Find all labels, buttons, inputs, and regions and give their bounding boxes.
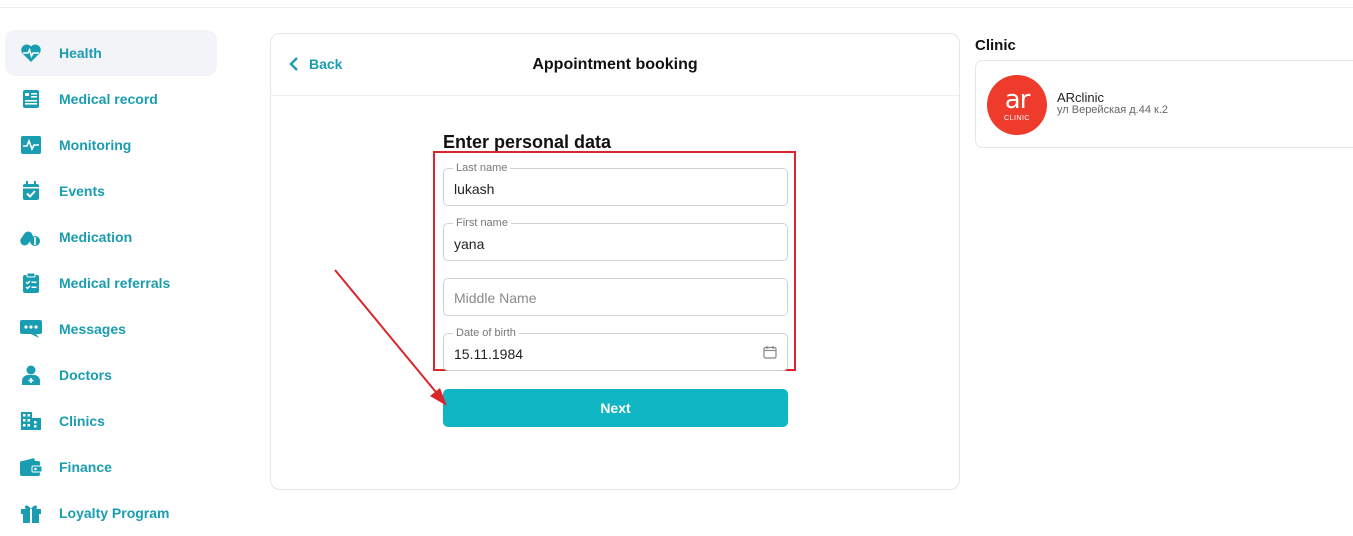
sidebar-item-medical-referrals[interactable]: Medical referrals — [5, 260, 217, 306]
next-button[interactable]: Next — [443, 389, 788, 427]
sidebar-item-label: Monitoring — [59, 137, 132, 153]
calendar-check-icon — [20, 180, 42, 202]
first-name-label: First name — [453, 217, 511, 229]
heart-pulse-icon — [20, 42, 42, 64]
clinic-name: ARclinic — [1057, 90, 1104, 105]
sidebar-item-label: Finance — [59, 459, 112, 475]
monitoring-icon — [20, 134, 42, 156]
sidebar-item-doctors[interactable]: Doctors — [5, 352, 217, 398]
sidebar-item-label: Medication — [59, 229, 133, 245]
appointment-booking-card: Back Appointment booking Enter personal … — [270, 33, 960, 490]
wallet-icon — [20, 456, 42, 478]
sidebar-item-finance[interactable]: Finance — [5, 444, 217, 490]
pills-icon — [20, 226, 42, 248]
first-name-field[interactable]: First name yana — [443, 217, 788, 261]
sidebar-item-messages[interactable]: Messages — [5, 306, 217, 352]
date-of-birth-label: Date of birth — [453, 327, 519, 339]
chat-icon — [20, 318, 42, 340]
clinic-address: ул Верейская д.44 к.2 — [1057, 104, 1169, 116]
sidebar-item-medical-record[interactable]: Medical record — [5, 76, 217, 122]
sidebar-item-clinics[interactable]: Clinics — [5, 398, 217, 444]
sidebar-item-medication[interactable]: Medication — [5, 214, 217, 260]
date-of-birth-field[interactable]: Date of birth 15.11.1984 — [443, 327, 788, 371]
sidebar-item-label: Messages — [59, 321, 126, 337]
clinic-logo: ar CLINIC — [987, 75, 1047, 135]
clipboard-icon — [20, 272, 42, 294]
sidebar-item-health[interactable]: Health — [5, 30, 217, 76]
clinic-heading: Clinic — [975, 37, 1016, 54]
sidebar: Health Medical record Monitoring Events … — [0, 30, 225, 536]
last-name-field[interactable]: Last name lukash — [443, 162, 788, 206]
clinic-logo-text: ar — [1004, 84, 1031, 115]
sidebar-item-loyalty-program[interactable]: Loyalty Program — [5, 490, 217, 536]
form-heading: Enter personal data — [443, 132, 612, 152]
sidebar-item-events[interactable]: Events — [5, 168, 217, 214]
sidebar-item-monitoring[interactable]: Monitoring — [5, 122, 217, 168]
last-name-label: Last name — [453, 162, 511, 174]
last-name-value: lukash — [454, 181, 495, 197]
clinic-card[interactable]: ar CLINIC ARclinic ул Верейская д.44 к.2 — [975, 60, 1353, 148]
clinic-logo-subtext: CLINIC — [1004, 114, 1030, 122]
date-of-birth-value: 15.11.1984 — [454, 346, 524, 362]
sidebar-item-label: Doctors — [59, 367, 112, 383]
sidebar-item-label: Medical record — [59, 91, 158, 107]
doctor-icon — [20, 364, 42, 386]
sidebar-item-label: Clinics — [59, 413, 105, 429]
calendar-icon[interactable] — [763, 345, 777, 364]
building-icon — [20, 410, 42, 432]
card-header: Back Appointment booking — [271, 34, 959, 96]
sidebar-item-label: Loyalty Program — [59, 505, 170, 521]
first-name-value: yana — [454, 236, 485, 252]
sidebar-item-label: Medical referrals — [59, 275, 171, 291]
sidebar-item-label: Health — [59, 45, 102, 61]
page-title: Appointment booking — [532, 56, 698, 73]
top-divider — [0, 7, 1353, 8]
gift-icon — [20, 502, 42, 524]
middle-name-placeholder: Middle Name — [454, 290, 537, 306]
medical-record-icon — [20, 88, 42, 110]
sidebar-item-label: Events — [59, 183, 105, 199]
middle-name-field[interactable]: Middle Name — [443, 278, 788, 316]
